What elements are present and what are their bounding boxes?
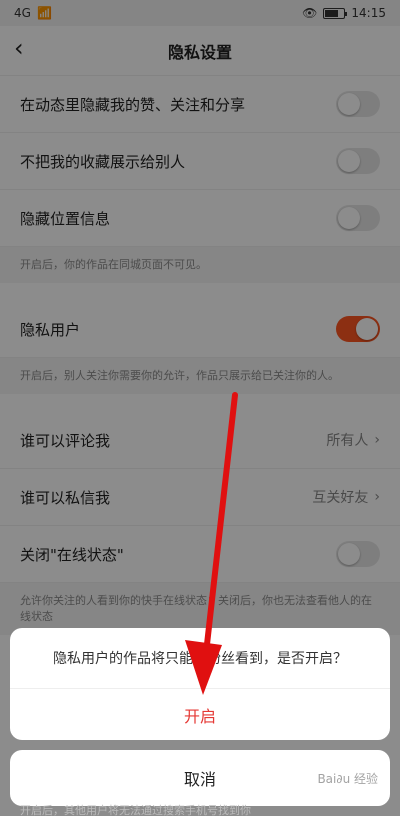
confirm-button[interactable]: 开启 <box>10 689 390 740</box>
confirm-dialog: 隐私用户的作品将只能被粉丝看到，是否开启？ 开启 <box>10 628 390 740</box>
dialog-message: 隐私用户的作品将只能被粉丝看到，是否开启？ <box>10 628 390 689</box>
watermark-icon: Bai∂u 经验 <box>317 772 378 786</box>
